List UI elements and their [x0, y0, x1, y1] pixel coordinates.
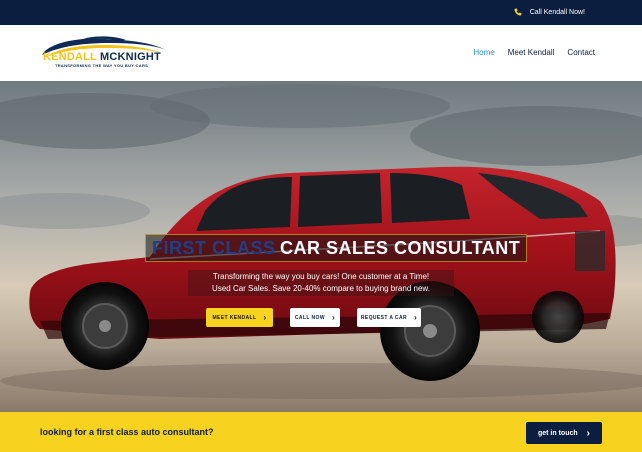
call-label: Call Kendall Now!	[529, 8, 585, 16]
headline-first-class: FIRST CLASS	[152, 238, 276, 258]
cta-question: looking for a first class auto consultan…	[40, 427, 214, 437]
meet-kendall-button[interactable]: MEET KENDALL ›	[206, 308, 273, 327]
request-a-car-button[interactable]: REQUEST A CAR ›	[357, 308, 421, 327]
chevron-right-icon: ›	[586, 427, 590, 439]
logo-tagline: TRANSFORMING THE WAY YOU BUY CARS	[55, 63, 149, 68]
cta-bar: looking for a first class auto consultan…	[0, 412, 642, 452]
hero-subtext-line1: Transforming the way you buy cars! One c…	[212, 272, 430, 281]
nav-meet-kendall[interactable]: Meet Kendall	[508, 48, 555, 57]
chevron-right-icon: ›	[414, 312, 418, 322]
nav-contact[interactable]: Contact	[567, 48, 595, 57]
get-in-touch-button[interactable]: get in touch ›	[526, 422, 602, 444]
hero-buttons: MEET KENDALL › CALL NOW › REQUEST A CAR …	[206, 308, 421, 327]
chevron-right-icon: ›	[263, 312, 267, 322]
site-logo[interactable]: KENDALL MCKNIGHT TRANSFORMING THE WAY YO…	[38, 33, 170, 73]
hero-headline: FIRST CLASS CAR SALES CONSULTANT	[145, 234, 528, 262]
phone-icon	[514, 8, 522, 16]
hero-subtext: Transforming the way you buy cars! One c…	[188, 270, 454, 296]
call-link[interactable]: Call Kendall Now!	[514, 8, 585, 16]
site-header: KENDALL MCKNIGHT TRANSFORMING THE WAY YO…	[0, 25, 642, 81]
chevron-right-icon: ›	[331, 312, 336, 322]
headline-consultant: CAR SALES CONSULTANT	[279, 238, 521, 258]
hero-subtext-line2: Used Car Sales. Save 20-40% compare to b…	[212, 284, 430, 293]
nav-home[interactable]: Home	[473, 48, 494, 57]
main-nav: Home Meet Kendall Contact	[473, 48, 595, 57]
call-now-button[interactable]: CALL NOW ›	[290, 308, 340, 327]
hero-banner: FIRST CLASS CAR SALES CONSULTANT Transfo…	[0, 81, 642, 412]
logo-wordmark: KENDALL MCKNIGHT	[43, 51, 161, 63]
top-bar: Call Kendall Now!	[0, 0, 642, 25]
